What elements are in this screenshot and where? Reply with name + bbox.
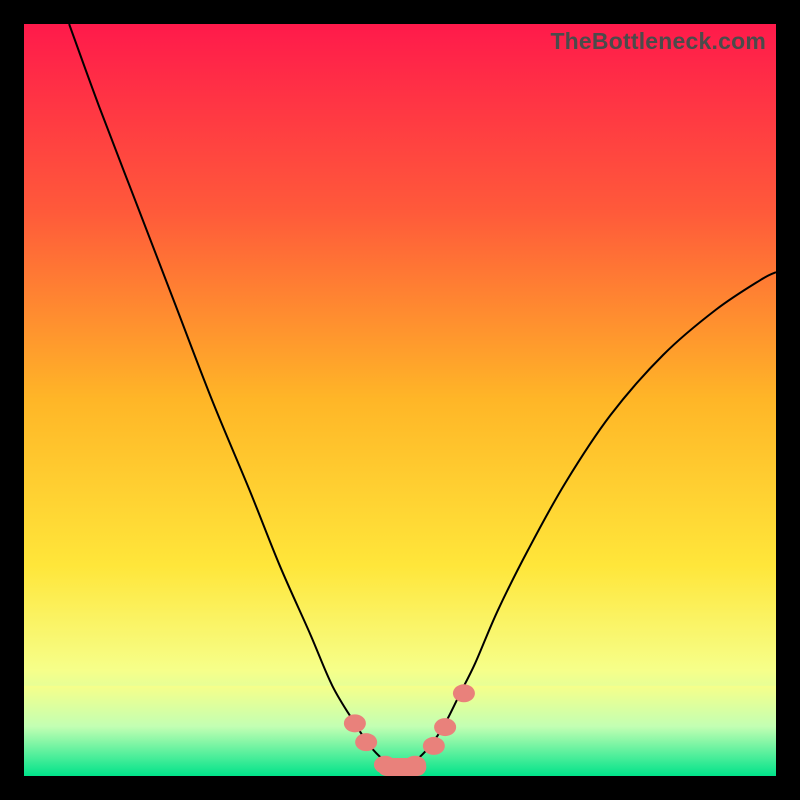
- marker-dot: [453, 684, 475, 702]
- marker-dot: [344, 714, 366, 732]
- marker-dot: [355, 733, 377, 751]
- chart-canvas: [24, 24, 776, 776]
- marker-dot: [423, 737, 445, 755]
- marker-pill: [377, 758, 426, 776]
- marker-dot: [434, 718, 456, 736]
- watermark-text: TheBottleneck.com: [550, 28, 766, 55]
- gradient-background: [24, 24, 776, 776]
- chart-frame: TheBottleneck.com: [24, 24, 776, 776]
